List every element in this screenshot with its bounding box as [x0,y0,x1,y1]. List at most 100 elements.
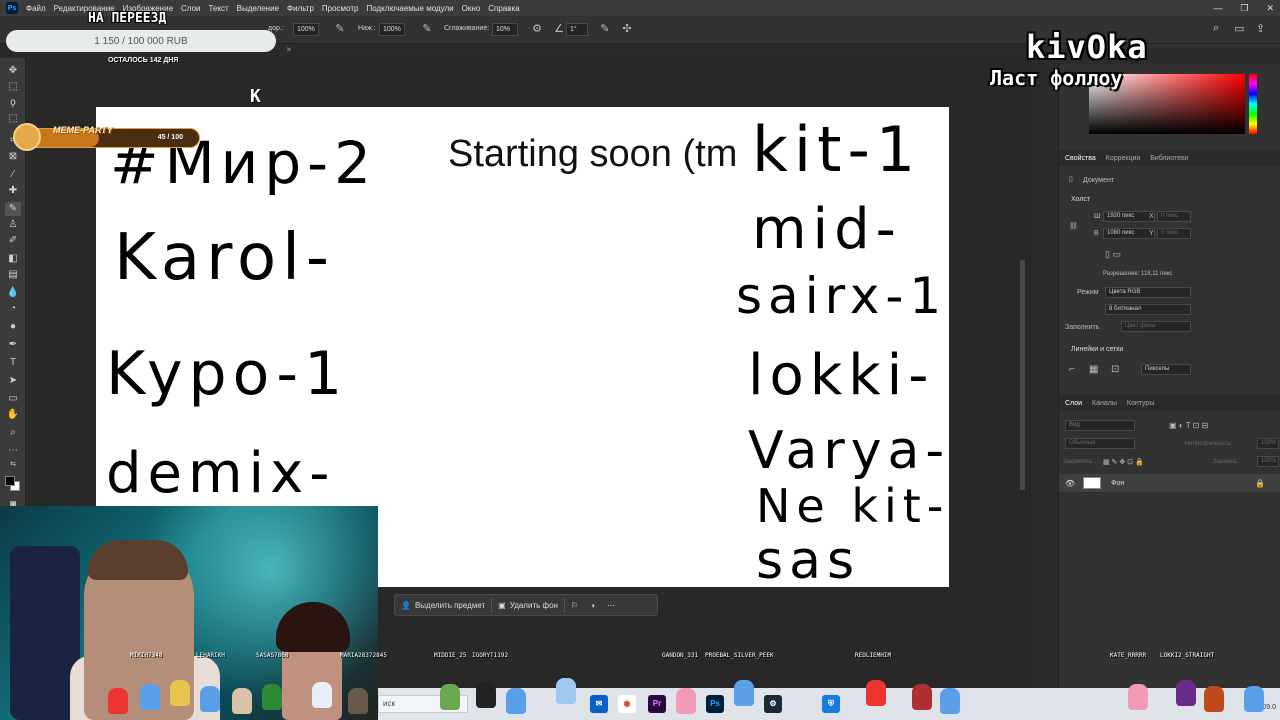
width-field[interactable]: 1920 пикс [1103,211,1155,222]
eraser-tool-icon[interactable]: ◧ [5,252,21,266]
gear-icon[interactable]: ⚙ [530,22,544,36]
fill-select[interactable]: Цвет фона [1121,321,1191,332]
eye-icon[interactable]: 👁 [1065,479,1075,488]
healing-tool-icon[interactable]: ✚ [5,184,21,198]
shield-icon[interactable]: ⛨ [822,695,840,713]
menu-view[interactable]: Просмотр [318,4,363,13]
tab-paths[interactable]: Контуры [1127,400,1154,407]
blur-tool-icon[interactable]: 💧 [5,286,21,300]
tab-adjustments[interactable]: Коррекция [1106,155,1140,162]
history-brush-icon[interactable]: ✐ [5,234,21,248]
more-button[interactable]: ⋯ [601,596,621,614]
chrome-icon[interactable]: ◉ [618,695,636,713]
tab-libraries[interactable]: Библиотеки [1150,155,1188,162]
hue-slider[interactable] [1249,74,1257,134]
brush-tool-icon[interactable]: ✎ [5,202,21,216]
layer-row-background[interactable]: 👁 Фон 🔒 [1059,474,1280,492]
mail-icon[interactable]: ✉ [590,695,608,713]
ruler-icon[interactable]: ⌐ [1069,364,1075,375]
right-entry-6: Ne kit-1 [756,479,949,533]
mode-select[interactable]: Цвета RGB [1105,287,1191,298]
menu-type[interactable]: Текст [204,4,232,13]
type-tool-icon[interactable]: T [5,356,21,370]
menu-file[interactable]: Файл [22,4,50,13]
marquee-tool-icon[interactable]: ⬚ [5,80,21,94]
search-icon[interactable]: ⌕ [1213,22,1219,35]
fill-input[interactable]: 100% [1257,456,1279,467]
pressure-opacity-icon[interactable]: ✎ [333,22,347,36]
frame-tool-icon[interactable]: ⊠ [5,150,21,164]
object-select-tool-icon[interactable]: ⬚ [5,112,21,126]
pet-name: MIKIH7348 [130,652,163,659]
gradient-tool-icon[interactable]: ▤ [5,268,21,282]
steam-icon[interactable]: ⚙ [764,695,782,713]
close-icon[interactable]: ✕ [1266,3,1274,14]
y-field[interactable]: 0 пикс [1157,228,1191,239]
guides-icon[interactable]: ⊡ [1111,364,1119,375]
pin-button[interactable]: ⚐ [565,596,584,614]
photoshop-taskbar-icon[interactable]: Ps [706,695,724,713]
pressure-field[interactable]: 100% [379,23,405,36]
select-subject-button[interactable]: 👤 Выделить предмет [395,596,491,614]
eyedropper-tool-icon[interactable]: ⁄ [5,168,21,182]
canvas-scrollbar[interactable] [1020,260,1025,490]
starting-soon-text[interactable]: Starting soon (tm [448,133,737,176]
menu-help[interactable]: Справка [484,4,523,13]
pressure-size-icon[interactable]: ✎ [598,22,612,36]
layer-thumbnail [1083,477,1102,489]
workspace-icon[interactable]: ▭ [1234,22,1244,35]
more-tools-icon[interactable]: ⋯ [5,444,21,458]
tab-channels[interactable]: Каналы [1092,400,1117,407]
tab-layers[interactable]: Слои [1065,400,1082,407]
blend-mode-select[interactable]: Обычные [1065,438,1135,449]
stamp-tool-icon[interactable]: ♙ [5,218,21,232]
tab-properties[interactable]: Свойства [1065,155,1096,162]
layer-filter-input[interactable]: Вид [1065,420,1135,431]
move-tool-icon[interactable]: ✥ [5,64,21,78]
rectangle-tool-icon[interactable]: ▭ [5,392,21,406]
share-icon[interactable]: ⇪ [1256,22,1265,35]
remove-background-button[interactable]: ▣ Удалить фон [492,596,564,614]
bit-depth-select[interactable]: 8 бит/канал [1105,304,1191,315]
menu-layers[interactable]: Слои [177,4,204,13]
mode-label: Режим [1077,289,1099,296]
height-field[interactable]: 1080 пикс [1103,228,1155,239]
menu-plugins[interactable]: Подключаемые модули [362,4,457,13]
lock-icons[interactable]: ▦ ✎ ✥ ⊡ 🔒 [1103,458,1144,466]
meme-party-bar: MEME-PARTY 45 / 100 [13,123,200,151]
premiere-icon[interactable]: Pr [648,695,666,713]
doge-icon [13,123,41,151]
symmetry-icon[interactable]: ✣ [620,22,634,36]
lasso-tool-icon[interactable]: ϙ [5,96,21,110]
adjust-button[interactable]: ◑ [584,596,601,614]
layer-name: Фон [1111,479,1125,487]
pen-tool-icon[interactable]: ✒ [5,338,21,352]
menu-select[interactable]: Выделение [233,4,283,13]
opacity-field[interactable]: 100% [293,23,319,36]
canvas-section-header[interactable]: Холст [1071,196,1090,203]
tab-close-icon[interactable]: ✕ [286,46,292,54]
path-select-icon[interactable]: ➤ [5,374,21,388]
airbrush-icon[interactable]: ✎ [420,22,434,36]
menu-window[interactable]: Окно [458,4,485,13]
minimize-icon[interactable]: — [1213,3,1222,13]
layer-filter-icons[interactable]: ▣ ◐ T ⊡ ⊟ [1169,421,1208,430]
rulers-grids-header[interactable]: Линейки и сетки [1071,346,1123,353]
photoshop-logo-icon[interactable]: Ps [6,2,18,14]
swap-colors-icon[interactable]: ⇆ [5,458,21,472]
zoom-tool-icon[interactable]: ⌕ [5,426,21,440]
x-field[interactable]: 0 пикс [1157,211,1191,222]
foreground-color-swatch[interactable] [5,476,15,486]
opacity-input[interactable]: 100% [1257,438,1279,449]
units-select[interactable]: Пикселы [1141,364,1191,375]
menu-filter[interactable]: Фильтр [283,4,318,13]
grid-icon[interactable]: ▦ [1089,364,1098,375]
hand-tool-icon[interactable]: ✋ [5,408,21,422]
maximize-icon[interactable]: ❐ [1240,3,1248,14]
burn-tool-icon[interactable]: ● [5,320,21,334]
dodge-tool-icon[interactable]: ◔ [5,302,21,316]
smoothing-field[interactable]: 10% [492,23,518,36]
angle-field[interactable]: 1° [566,23,588,36]
link-icon[interactable]: ⛓ [1069,222,1078,230]
orientation-icons[interactable]: ▯ ▭ [1105,249,1121,260]
